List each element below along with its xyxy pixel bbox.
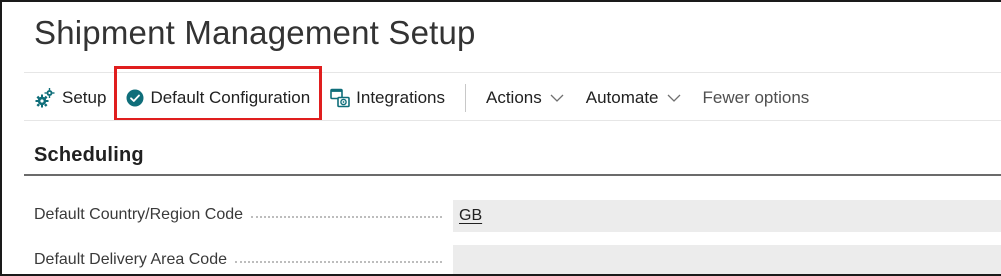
- actions-menu-button[interactable]: Actions: [486, 82, 564, 114]
- chevron-down-icon: [667, 93, 681, 103]
- section-rule: [24, 174, 1001, 176]
- label-dot-leader: [234, 261, 442, 263]
- default-country-region-code-field[interactable]: GB: [453, 200, 1001, 232]
- default-delivery-area-code-label: Default Delivery Area Code: [34, 251, 227, 268]
- page-frame: Shipment Management Setup Setup Default …: [0, 0, 1001, 276]
- default-configuration-button-label: Default Configuration: [150, 88, 311, 107]
- title-divider: [24, 72, 1001, 73]
- check-circle-icon: [126, 89, 144, 107]
- actions-menu-label: Actions: [486, 88, 542, 107]
- automate-menu-button[interactable]: Automate: [586, 82, 681, 114]
- default-country-region-code-value[interactable]: GB: [459, 207, 482, 225]
- default-configuration-button[interactable]: Default Configuration: [126, 82, 310, 114]
- action-bar-bottom-divider: [24, 120, 1001, 121]
- chevron-down-icon: [550, 93, 564, 103]
- section-title-scheduling: Scheduling: [34, 144, 144, 166]
- integrations-button-label: Integrations: [356, 88, 445, 107]
- setup-button-label: Setup: [62, 88, 107, 107]
- page-title: Shipment Management Setup: [34, 14, 476, 51]
- setup-gears-icon: [34, 87, 56, 109]
- default-country-region-code-label: Default Country/Region Code: [34, 206, 244, 223]
- field-label: Default Delivery Area Code: [34, 251, 452, 269]
- automate-menu-label: Automate: [585, 88, 659, 107]
- fewer-options-button[interactable]: Fewer options: [703, 82, 810, 114]
- fewer-options-label: Fewer options: [702, 88, 810, 107]
- label-dot-leader: [251, 216, 442, 218]
- field-label: Default Country/Region Code: [34, 206, 452, 224]
- action-bar-divider: [465, 84, 466, 112]
- field-row-default-country-region-code: Default Country/Region Code GB: [34, 200, 1001, 232]
- setup-button[interactable]: Setup: [34, 82, 106, 114]
- integrations-icon: [330, 88, 350, 108]
- default-delivery-area-code-field[interactable]: [453, 245, 1001, 274]
- action-bar: Setup Default Configuration Integrations…: [34, 82, 809, 114]
- integrations-button[interactable]: Integrations: [330, 82, 445, 114]
- field-row-default-delivery-area-code: Default Delivery Area Code: [34, 245, 1001, 274]
